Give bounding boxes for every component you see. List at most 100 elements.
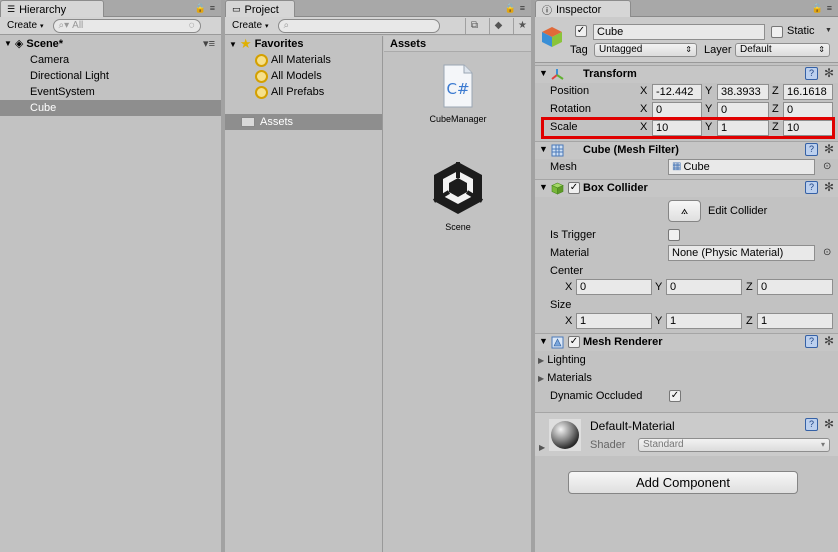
favorite-item-all-models[interactable]: All Models <box>225 68 382 84</box>
position-z-field[interactable]: 16.1618 <box>783 84 833 100</box>
favorites-label: Favorites <box>254 38 304 50</box>
rotation-z-field[interactable]: 0 <box>783 102 833 118</box>
expand-arrow-icon[interactable]: ▶ <box>539 443 545 452</box>
center-z-field[interactable]: 0 <box>757 279 833 295</box>
mesh-filter-header[interactable]: ▼ Cube (Mesh Filter) ? ✻ <box>535 141 838 159</box>
physic-material-field[interactable]: None (Physic Material) <box>668 245 815 261</box>
position-y-field[interactable]: 38.3933 <box>717 84 769 100</box>
expand-arrow-icon[interactable]: ▼ <box>539 182 548 192</box>
materials-foldout[interactable]: ▶ Materials <box>538 372 592 384</box>
gear-icon[interactable]: ✻ <box>824 142 834 156</box>
scene-row[interactable]: ▼ ◈ Scene* ▾≡ <box>0 35 221 52</box>
hierarchy-toolbar: Create ▾ ⌕▾ All ◌ <box>0 17 221 35</box>
transform-header[interactable]: ▼ Transform ? ✻ <box>535 65 838 83</box>
gear-icon[interactable]: ✻ <box>824 180 834 194</box>
tab-hierarchy[interactable]: ☰ Hierarchy <box>0 0 104 17</box>
layer-dropdown[interactable]: Default ⇕ <box>735 43 830 57</box>
asset-item-scene[interactable]: Scene <box>413 158 503 232</box>
star-icon: ★ <box>518 20 527 31</box>
favorite-button[interactable]: ★ <box>513 17 531 34</box>
size-y-field[interactable]: 1 <box>666 313 742 329</box>
object-picker-icon[interactable]: ⊙ <box>823 247 831 258</box>
lighting-foldout[interactable]: ▶ Lighting <box>538 354 586 366</box>
project-search-input[interactable]: ⌕ <box>277 18 440 33</box>
search-cancel-icon[interactable]: ◌ <box>189 20 195 31</box>
help-icon[interactable]: ? <box>805 67 818 80</box>
center-x-field[interactable]: 0 <box>576 279 652 295</box>
search-filter-icon <box>255 85 268 99</box>
hierarchy-item-directional-light[interactable]: Directional Light <box>0 68 221 84</box>
position-x-field[interactable]: -12.442 <box>652 84 702 100</box>
static-checkbox[interactable] <box>771 26 783 38</box>
material-sphere-icon[interactable] <box>549 419 581 451</box>
rotation-y-field[interactable]: 0 <box>717 102 769 118</box>
search-by-type-button[interactable]: ⧉ <box>465 17 483 34</box>
is-trigger-checkbox[interactable] <box>668 229 680 241</box>
mesh-filter-icon <box>551 144 564 157</box>
edit-collider-button[interactable]: ⟑ <box>668 200 701 222</box>
lock-icon[interactable]: 🔒 <box>812 3 823 14</box>
gameobject-active-checkbox[interactable]: ✓ <box>575 25 587 37</box>
menu-icon[interactable]: ≡ <box>520 3 525 14</box>
hierarchy-item-cube[interactable]: Cube <box>0 100 221 116</box>
lock-icon[interactable]: 🔒 <box>195 3 206 14</box>
expand-arrow-icon[interactable]: ▼ <box>539 68 548 78</box>
hierarchy-create-button[interactable]: Create ▾ <box>4 19 47 33</box>
shader-dropdown-value: Standard <box>643 439 684 450</box>
favorite-item-all-prefabs[interactable]: All Prefabs <box>225 84 382 100</box>
mesh-renderer-header[interactable]: ▼ ✓ Mesh Renderer ? ✻ <box>535 333 838 351</box>
tab-inspector[interactable]: ⓘ Inspector <box>535 0 631 17</box>
dropdown-arrow-icon: ⇕ <box>818 45 825 54</box>
project-create-button[interactable]: Create ▾ <box>229 19 272 33</box>
mesh-field[interactable]: ▦ Cube <box>668 159 815 175</box>
help-icon[interactable]: ? <box>805 418 818 431</box>
size-x-field[interactable]: 1 <box>576 313 652 329</box>
hierarchy-item-eventsystem[interactable]: EventSystem <box>0 84 221 100</box>
size-z-label: Z <box>746 315 753 327</box>
hierarchy-search-placeholder: All <box>72 20 84 31</box>
expand-arrow-icon[interactable]: ▼ <box>539 336 548 346</box>
mesh-renderer-enabled-checkbox[interactable]: ✓ <box>568 336 580 348</box>
dynamic-occluded-checkbox[interactable]: ✓ <box>669 390 681 402</box>
favorite-item-all-materials[interactable]: All Materials <box>225 52 382 68</box>
folder-item-assets[interactable]: Assets <box>225 114 382 130</box>
chevron-down-icon: ▾ <box>40 22 44 30</box>
center-y-field[interactable]: 0 <box>666 279 742 295</box>
object-picker-icon[interactable]: ⊙ <box>823 161 831 172</box>
gameobject-name-field[interactable]: Cube <box>593 24 765 40</box>
menu-icon[interactable]: ≡ <box>210 3 215 14</box>
shader-dropdown[interactable]: Standard ▾ <box>638 438 830 452</box>
hierarchy-item-camera[interactable]: Camera <box>0 52 221 68</box>
hierarchy-tabbar: ☰ Hierarchy 🔒 ≡ <box>0 0 221 17</box>
unity-scene-icon <box>432 162 484 214</box>
inspector-tabbar: ⓘ Inspector 🔒 ≡ <box>535 0 838 17</box>
position-y-label: Y <box>705 85 713 97</box>
asset-item-cubemanager[interactable]: C# CubeManager <box>413 64 503 124</box>
chevron-down-icon[interactable]: ▼ <box>825 27 832 34</box>
search-by-label-button[interactable]: ◆ <box>489 17 507 34</box>
help-icon[interactable]: ? <box>805 181 818 194</box>
expand-arrow-icon[interactable]: ▼ <box>229 40 237 49</box>
gear-icon[interactable]: ✻ <box>824 66 834 80</box>
favorites-row[interactable]: ▼ ★ Favorites <box>225 36 382 52</box>
help-icon[interactable]: ? <box>805 335 818 348</box>
gear-icon[interactable]: ✻ <box>824 417 834 431</box>
expand-arrow-icon[interactable]: ▼ <box>539 144 548 154</box>
add-component-button[interactable]: Add Component <box>568 471 798 494</box>
rotation-x-field[interactable]: 0 <box>652 102 702 118</box>
box-collider-enabled-checkbox[interactable]: ✓ <box>568 182 580 194</box>
box-collider-header[interactable]: ▼ ✓ Box Collider ? ✻ <box>535 179 838 197</box>
lock-icon[interactable]: 🔒 <box>505 3 516 14</box>
tag-dropdown[interactable]: Untagged ⇕ <box>594 43 697 57</box>
help-icon[interactable]: ? <box>805 143 818 156</box>
expand-arrow-icon[interactable]: ▼ <box>4 39 12 48</box>
gameobject-header: ✓ Cube Static ▼ Tag Untagged ⇕ Layer Defa… <box>535 17 838 63</box>
materials-label: Materials <box>547 372 592 384</box>
tab-project[interactable]: ▭ Project <box>225 0 295 17</box>
rotation-x-label: X <box>640 103 648 115</box>
gear-icon[interactable]: ✻ <box>824 334 834 348</box>
menu-icon[interactable]: ≡ <box>827 3 832 14</box>
hierarchy-search-input[interactable]: ⌕▾ All ◌ <box>52 18 201 33</box>
scene-menu-icon[interactable]: ▾≡ <box>203 37 215 50</box>
size-z-field[interactable]: 1 <box>757 313 833 329</box>
